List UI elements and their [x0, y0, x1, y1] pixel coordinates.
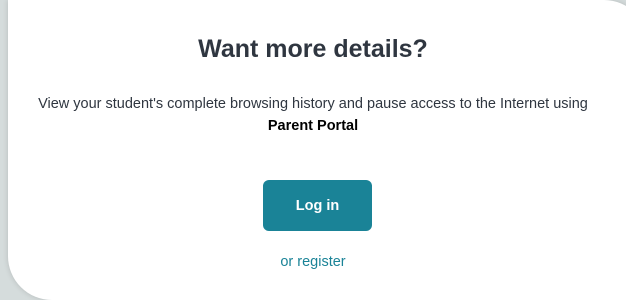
details-panel: Want more details? View your student's c…: [0, 0, 626, 280]
parent-portal-label: Parent Portal: [267, 118, 359, 134]
description-text: View your student's complete browsing hi…: [38, 96, 588, 112]
panel-heading: Want more details?: [198, 35, 428, 63]
login-button[interactable]: Log in: [263, 180, 372, 231]
panel-description: View your student's complete browsing hi…: [0, 93, 626, 137]
register-link[interactable]: or register: [0, 253, 626, 271]
